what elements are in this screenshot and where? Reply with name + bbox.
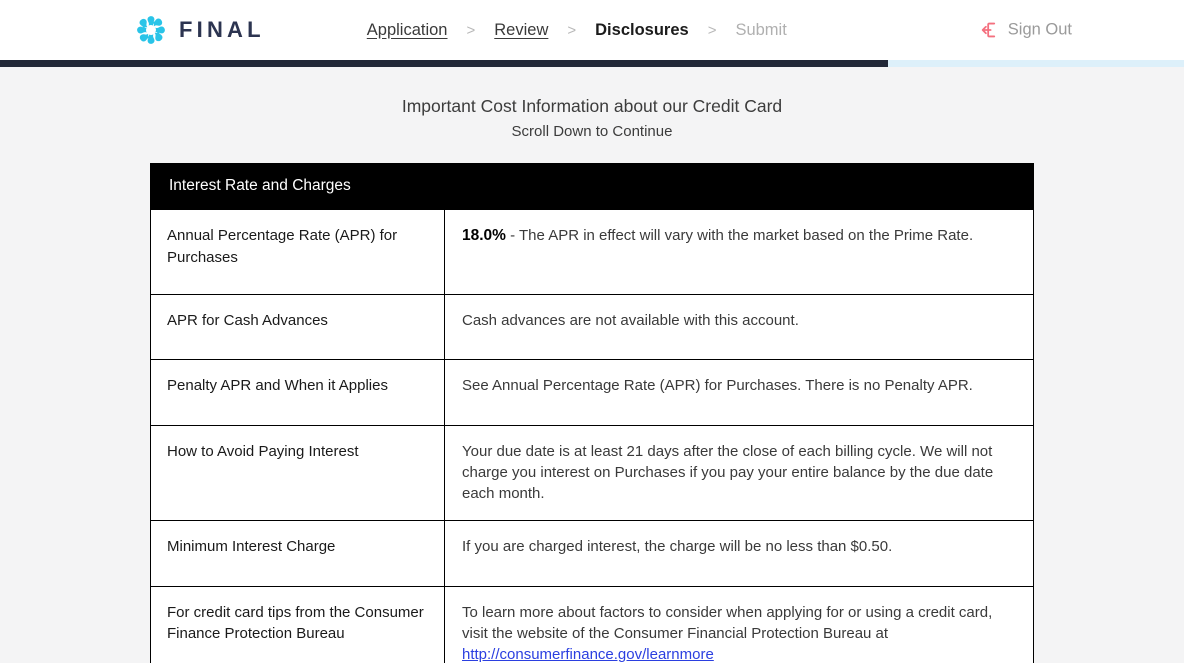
table-section-header: Interest Rate and Charges (150, 163, 1034, 211)
progress-bar-fill (0, 60, 888, 67)
row-value: To learn more about factors to consider … (444, 585, 1034, 663)
row-label: Annual Percentage Rate (APR) for Purchas… (150, 209, 445, 295)
row-value: 18.0% - The APR in effect will vary with… (444, 209, 1034, 295)
disclosure-table: Interest Rate and Charges Annual Percent… (150, 163, 1034, 663)
sign-out-button[interactable]: Sign Out (980, 21, 1072, 40)
row-label: For credit card tips from the Consumer F… (150, 585, 445, 663)
row-value: Your due date is at least 21 days after … (444, 424, 1034, 522)
app-header: FINAL Application > Review > Disclosures… (0, 0, 1184, 60)
breadcrumb-separator: > (466, 21, 476, 39)
cfpb-description: To learn more about factors to consider … (462, 603, 993, 643)
breadcrumb: Application > Review > Disclosures > Sub… (365, 22, 789, 39)
breadcrumb-item-review[interactable]: Review (492, 22, 550, 39)
breadcrumb-item-application[interactable]: Application (365, 22, 450, 39)
breadcrumb-item-disclosures[interactable]: Disclosures (593, 22, 691, 39)
row-label: How to Avoid Paying Interest (150, 424, 445, 522)
table-row: How to Avoid Paying Interest Your due da… (150, 424, 1034, 522)
row-label: Penalty APR and When it Applies (150, 359, 445, 426)
sign-out-label: Sign Out (1007, 20, 1072, 39)
table-row: Minimum Interest Charge If you are charg… (150, 520, 1034, 587)
brand-wordmark: FINAL (179, 17, 265, 42)
breadcrumb-item-submit: Submit (735, 20, 787, 39)
main-content: Important Cost Information about our Cre… (0, 67, 1184, 663)
row-value: If you are charged interest, the charge … (444, 520, 1034, 587)
breadcrumb-separator: > (707, 21, 717, 39)
table-row: For credit card tips from the Consumer F… (150, 585, 1034, 663)
application-progress-bar (0, 60, 1184, 67)
table-row: Penalty APR and When it Applies See Annu… (150, 359, 1034, 426)
brand-logo[interactable]: FINAL (136, 15, 265, 45)
row-value: Cash advances are not available with thi… (444, 293, 1034, 361)
disclosure-table-wrapper: Interest Rate and Charges Annual Percent… (150, 163, 1034, 663)
section-heading-interest: Interest Rate and Charges (150, 163, 1034, 211)
page-title: Important Cost Information about our Cre… (401, 96, 783, 116)
final-pinwheel-logo-icon (136, 15, 166, 45)
apr-description: - The APR in effect will vary with the m… (505, 227, 974, 245)
table-row: APR for Cash Advances Cash advances are … (150, 293, 1034, 361)
row-label: Minimum Interest Charge (150, 520, 445, 587)
cfpb-link[interactable]: http://consumerfinance.gov/learnmore (462, 646, 714, 663)
row-value: See Annual Percentage Rate (APR) for Pur… (444, 359, 1034, 426)
apr-value: 18.0% (462, 227, 506, 245)
table-row: Annual Percentage Rate (APR) for Purchas… (150, 209, 1034, 295)
breadcrumb-separator: > (567, 21, 577, 39)
sign-out-icon (980, 21, 999, 40)
row-label: APR for Cash Advances (150, 293, 445, 361)
page-subtitle: Scroll Down to Continue (511, 122, 673, 140)
